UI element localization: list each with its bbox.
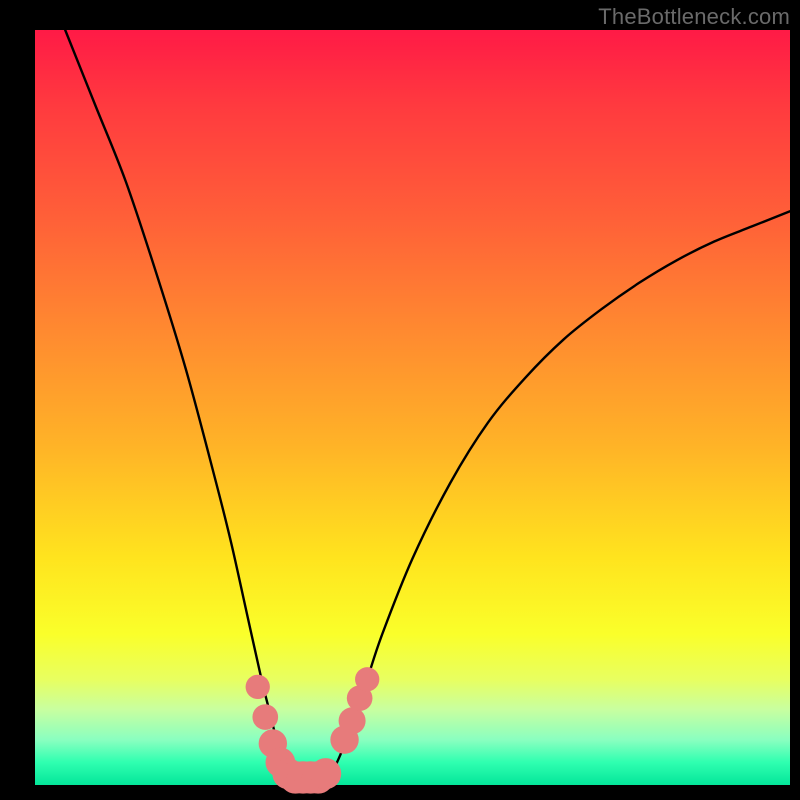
marker-dot: [355, 667, 379, 691]
chart-frame: TheBottleneck.com: [0, 0, 800, 800]
marker-dot: [252, 704, 278, 730]
marker-dot: [339, 707, 366, 734]
chart-svg: [35, 30, 790, 785]
marker-dots-group: [246, 667, 380, 794]
watermark-text: TheBottleneck.com: [598, 4, 790, 30]
plot-area: [35, 30, 790, 785]
marker-dot: [246, 675, 270, 699]
marker-dot: [310, 758, 341, 789]
bottleneck-curve: [65, 30, 790, 778]
